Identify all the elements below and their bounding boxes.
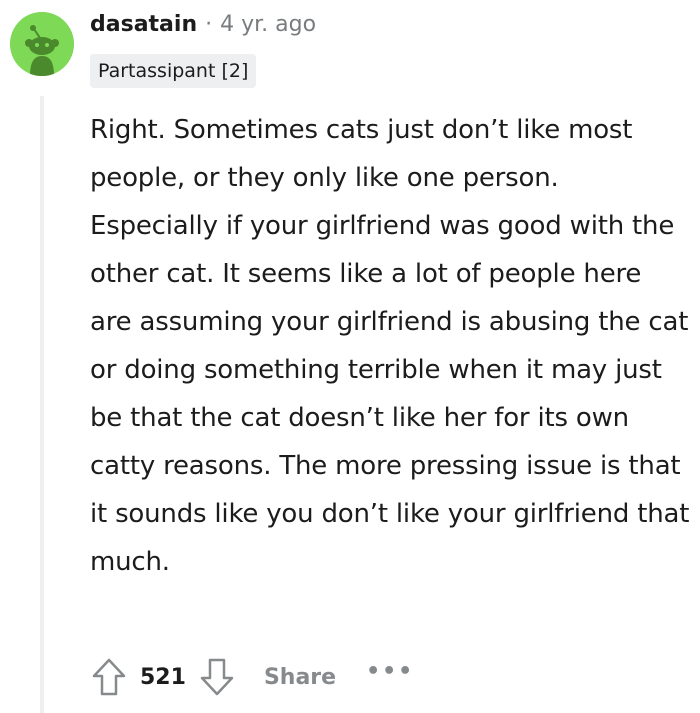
user-flair: Partassipant [2]: [90, 54, 257, 88]
snoo-avatar-icon: [10, 12, 74, 76]
share-button[interactable]: Share: [264, 665, 336, 690]
upvote-button[interactable]: [82, 650, 136, 704]
downvote-button[interactable]: [190, 650, 244, 704]
separator-dot: ·: [205, 11, 213, 37]
comment-header: dasatain · 4 yr. ago: [90, 8, 316, 40]
username[interactable]: dasatain: [90, 12, 197, 37]
timestamp[interactable]: 4 yr. ago: [220, 12, 316, 37]
thread-line[interactable]: [40, 96, 44, 713]
avatar[interactable]: [10, 12, 74, 76]
vote-score: 521: [140, 664, 186, 690]
downvote-arrow-icon: [200, 658, 234, 696]
upvote-arrow-icon: [92, 658, 126, 696]
comment-body: Right. Sometimes cats just don’t like mo…: [90, 115, 690, 577]
comment-actions: 521 Share •••: [82, 650, 414, 704]
more-options-button[interactable]: •••: [366, 659, 414, 684]
